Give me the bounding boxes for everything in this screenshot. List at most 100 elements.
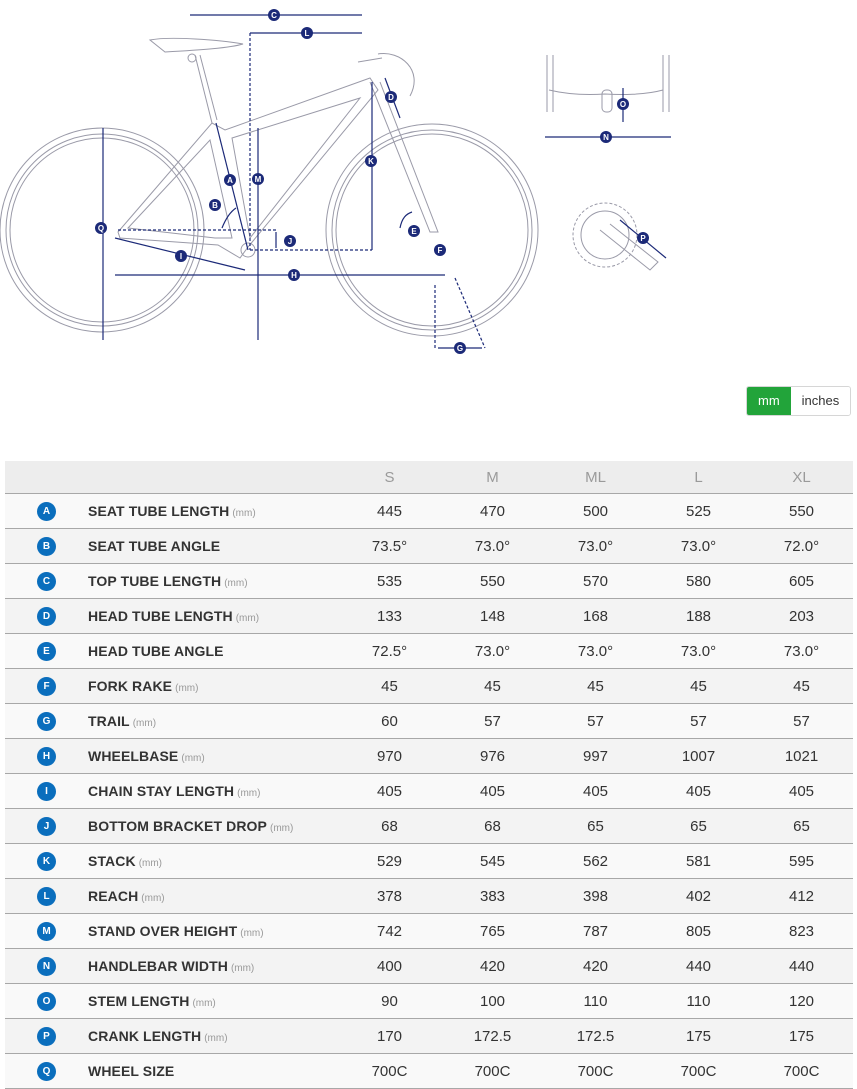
measurement-name: SEAT TUBE ANGLE	[88, 537, 221, 554]
measurement-key-badge: Q	[37, 1061, 56, 1081]
svg-text:A: A	[227, 176, 233, 185]
measurement-value: 133	[338, 598, 441, 634]
chainring	[572, 202, 638, 268]
measurement-name-cell: SEAT TUBE ANGLE	[88, 528, 338, 564]
measurement-name: REACH	[88, 887, 139, 904]
measurement-key-badge: C	[37, 571, 56, 591]
measurement-value: 402	[647, 878, 750, 914]
header-blank	[5, 461, 88, 494]
measurement-name-cell: REACH (mm)	[88, 878, 338, 914]
measurement-value: 1021	[750, 738, 853, 774]
dimension-label-q: Q	[95, 222, 107, 234]
measurement-value: 378	[338, 878, 441, 914]
measurement-value: 470	[441, 493, 544, 529]
bike-geometry-diagram: A B C D E F G H I J K L M N O P Q	[0, 9, 671, 354]
measurement-value: 175	[647, 1018, 750, 1054]
dimension-label-b: B	[209, 199, 221, 211]
badge-cell: N	[5, 948, 88, 984]
badge-cell: Q	[5, 1053, 88, 1089]
table-row: A SEAT TUBE LENGTH (mm) 445 470 500 525 550	[5, 493, 853, 529]
svg-text:I: I	[180, 252, 182, 261]
table-row: Q WHEEL SIZE 700C 700C 700C 700C 700C	[5, 1053, 853, 1089]
measurement-key-badge: K	[37, 851, 56, 871]
unit-inches-button[interactable]: inches	[790, 387, 851, 415]
saddle	[148, 37, 244, 53]
measurement-name: HEAD TUBE LENGTH	[88, 607, 233, 624]
measurement-name-cell: HANDLEBAR WIDTH (mm)	[88, 948, 338, 984]
measurement-name-cell: WHEELBASE (mm)	[88, 738, 338, 774]
badge-cell: F	[5, 668, 88, 704]
measurement-value: 65	[750, 808, 853, 844]
measurement-name-cell: TOP TUBE LENGTH (mm)	[88, 563, 338, 599]
measurement-value: 525	[647, 493, 750, 529]
measurement-value: 405	[750, 773, 853, 809]
measurement-value: 175	[750, 1018, 853, 1054]
dimension-label-h: H	[288, 269, 300, 281]
measurement-key-badge: A	[37, 501, 56, 521]
measurement-value: 440	[647, 948, 750, 984]
measurement-value: 405	[338, 773, 441, 809]
measurement-value: 65	[544, 808, 647, 844]
measurement-name-cell: TRAIL (mm)	[88, 703, 338, 739]
measurement-value: 398	[544, 878, 647, 914]
measurement-value: 73.0°	[441, 633, 544, 669]
measurement-value: 700C	[544, 1053, 647, 1089]
dimension-label-c: C	[268, 9, 280, 21]
table-row: G TRAIL (mm) 60 57 57 57 57	[5, 703, 853, 739]
measurement-value: 405	[647, 773, 750, 809]
measurement-value: 203	[750, 598, 853, 634]
measurement-value: 700C	[441, 1053, 544, 1089]
geometry-table: S M ML L XL A SEAT TUBE LENGTH (mm) 445 470 5…	[5, 461, 853, 1089]
fork	[369, 81, 439, 233]
measurement-key-badge: L	[37, 886, 56, 906]
measurement-value: 700C	[647, 1053, 750, 1089]
badge-cell: H	[5, 738, 88, 774]
measurement-value: 383	[441, 878, 544, 914]
measurement-value: 45	[338, 668, 441, 704]
table-row: N HANDLEBAR WIDTH (mm) 400 420 420 440 440	[5, 948, 853, 984]
measurement-value: 170	[338, 1018, 441, 1054]
measurement-value: 68	[441, 808, 544, 844]
measurement-name: STEM LENGTH	[88, 992, 190, 1009]
measurement-value: 65	[647, 808, 750, 844]
table-row: I CHAIN STAY LENGTH (mm) 405 405 405 405 405	[5, 773, 853, 809]
badge-cell: L	[5, 878, 88, 914]
measurement-value: 529	[338, 843, 441, 879]
unit-toggle[interactable]: mm inches	[746, 386, 852, 416]
measurement-unit: (mm)	[132, 717, 157, 729]
table-row: M STAND OVER HEIGHT (mm) 742 765 787 805 823	[5, 913, 853, 949]
measurement-value: 405	[441, 773, 544, 809]
unit-mm-button[interactable]: mm	[747, 387, 791, 415]
measurement-value: 57	[441, 703, 544, 739]
measurement-unit: (mm)	[230, 962, 255, 974]
badge-cell: O	[5, 983, 88, 1019]
measurement-value: 997	[544, 738, 647, 774]
measurement-name: BOTTOM BRACKET DROP	[88, 817, 267, 834]
measurement-name-cell: CHAIN STAY LENGTH (mm)	[88, 773, 338, 809]
measurement-key-badge: H	[37, 746, 56, 766]
measurement-value: 500	[544, 493, 647, 529]
svg-text:K: K	[368, 157, 374, 166]
badge-cell: P	[5, 1018, 88, 1054]
measurement-name: STACK	[88, 852, 136, 869]
measurement-name: WHEELBASE	[88, 747, 179, 764]
svg-text:J: J	[288, 237, 292, 246]
handlebar-top-view	[546, 55, 670, 112]
measurement-value: 545	[441, 843, 544, 879]
measurement-value: 400	[338, 948, 441, 984]
measurement-key-badge: N	[37, 956, 56, 976]
dimension-label-a: A	[224, 174, 236, 186]
measurement-value: 45	[750, 668, 853, 704]
measurement-value: 570	[544, 563, 647, 599]
dimension-label-k: K	[365, 155, 377, 167]
measurement-value: 1007	[647, 738, 750, 774]
badge-cell: C	[5, 563, 88, 599]
dimension-label-n: N	[600, 131, 612, 143]
measurement-value: 562	[544, 843, 647, 879]
measurement-value: 595	[750, 843, 853, 879]
measurement-key-badge: M	[37, 921, 56, 941]
badge-cell: E	[5, 633, 88, 669]
dimension-label-j: J	[284, 235, 296, 247]
dimension-label-d: D	[385, 91, 397, 103]
measurement-name-cell: HEAD TUBE ANGLE	[88, 633, 338, 669]
